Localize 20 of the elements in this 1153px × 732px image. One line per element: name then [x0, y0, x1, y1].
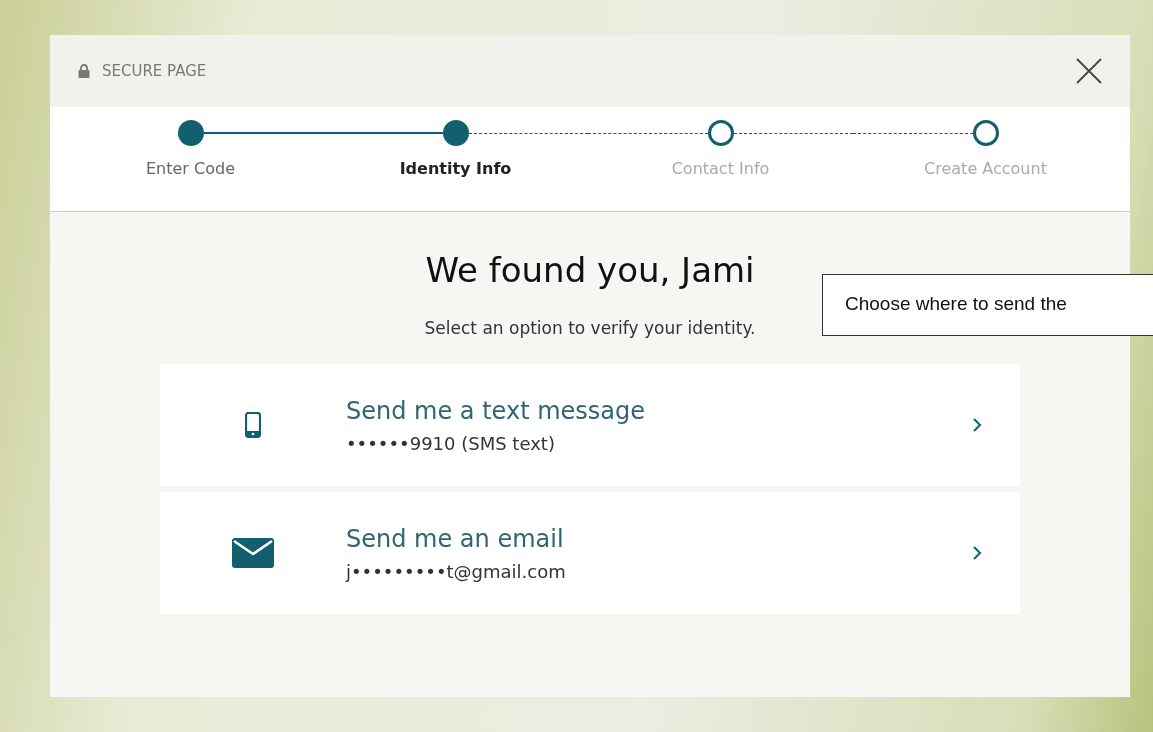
subheading: Select an option to verify your identity. [424, 318, 756, 338]
step-label: Create Account [924, 159, 1047, 178]
envelope-icon [232, 538, 274, 568]
step-label: Identity Info [399, 159, 512, 178]
option-detail: j•••••••••t@gmail.com [346, 560, 567, 582]
step-label: Contact Info [671, 159, 770, 178]
option-title: Send me a text message [346, 396, 647, 425]
verify-option[interactable]: Send me an email j•••••••••t@gmail.com [160, 492, 1020, 614]
option-title: Send me an email [346, 524, 565, 553]
lock-icon [78, 64, 90, 78]
annotation-callout: Choose where to send the [822, 274, 1153, 336]
heading: We found you, Jami [425, 250, 755, 290]
secure-page-label: SECURE PAGE [102, 62, 208, 80]
close-icon[interactable] [1076, 58, 1102, 84]
phone-icon [245, 412, 261, 438]
step-label: Enter Code [146, 159, 235, 178]
option-detail: ••••••9910 (SMS text) [346, 432, 556, 454]
chevron-icon [972, 545, 982, 561]
verify-option[interactable]: Send me a text message ••••••9910 (SMS text) [160, 364, 1020, 486]
chevron-icon [972, 417, 982, 433]
